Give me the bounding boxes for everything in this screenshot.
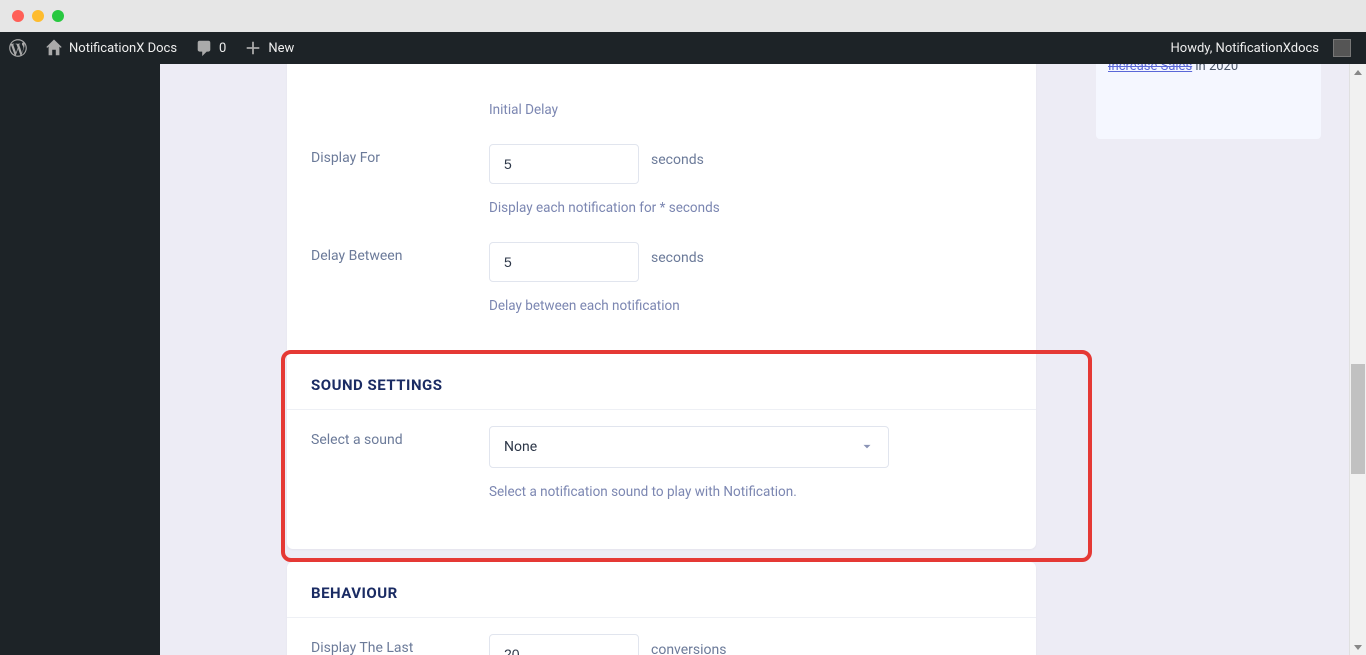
- initial-delay-helper: Initial Delay: [287, 92, 1036, 128]
- new-content-menu[interactable]: New: [235, 32, 303, 64]
- display-for-suffix: seconds: [639, 144, 704, 168]
- delay-between-label: Delay Between: [311, 242, 489, 264]
- account-menu[interactable]: Howdy, NotificationXdocs: [1162, 32, 1360, 64]
- delay-between-suffix: seconds: [639, 242, 704, 266]
- scrollbar-thumb[interactable]: [1351, 364, 1365, 474]
- delay-between-helper: Delay between each notification: [287, 298, 1036, 324]
- select-sound-dropdown[interactable]: None: [489, 426, 889, 468]
- select-sound-label: Select a sound: [311, 426, 489, 448]
- select-sound-helper: Select a notification sound to play with…: [287, 484, 1036, 510]
- window-min-dot[interactable]: [32, 10, 44, 22]
- select-sound-row: Select a sound None: [287, 410, 1036, 484]
- delay-between-row: Delay Between seconds: [287, 226, 1036, 298]
- widget-suffix: in 2020: [1192, 64, 1238, 74]
- comments-count: 0: [219, 41, 226, 56]
- window-close-dot[interactable]: [12, 10, 24, 22]
- wp-admin-sidebar[interactable]: [0, 64, 160, 655]
- sound-settings-header: SOUND SETTINGS: [287, 354, 1036, 410]
- behaviour-card: BEHAVIOUR Display The Last conversions: [287, 562, 1036, 655]
- delay-between-input[interactable]: [489, 242, 639, 282]
- scroll-up-icon[interactable]: [1350, 64, 1366, 81]
- chevron-down-icon: [860, 440, 874, 454]
- sound-settings-card: SOUND SETTINGS Select a sound None Selec…: [287, 354, 1036, 549]
- display-for-input[interactable]: [489, 144, 639, 184]
- display-last-row: Display The Last conversions: [287, 618, 1036, 655]
- wordpress-icon: [9, 39, 27, 57]
- scrollbar[interactable]: [1349, 64, 1366, 655]
- new-label: New: [268, 41, 294, 56]
- comments-menu[interactable]: 0: [186, 32, 235, 64]
- avatar-icon: [1333, 39, 1351, 57]
- behaviour-header: BEHAVIOUR: [287, 562, 1036, 618]
- timing-card: Initial Delay Display For seconds Displa…: [287, 64, 1036, 364]
- browser-chrome: [0, 0, 1366, 32]
- content-area: Increase Sales in 2020 Initial Delay Dis…: [160, 64, 1366, 655]
- wp-logo-menu[interactable]: [0, 32, 36, 64]
- display-for-row: Display For seconds: [287, 128, 1036, 200]
- viewport: NotificationX Docs 0 New Howdy, Notifica…: [0, 32, 1366, 655]
- site-name-menu[interactable]: NotificationX Docs: [36, 32, 186, 64]
- plus-icon: [244, 39, 262, 57]
- window-max-dot[interactable]: [52, 10, 64, 22]
- display-last-suffix: conversions: [639, 634, 726, 655]
- widget-link[interactable]: Increase Sales: [1108, 64, 1192, 74]
- scroll-down-icon[interactable]: [1350, 638, 1366, 655]
- select-sound-value: None: [504, 439, 537, 455]
- home-icon: [45, 39, 63, 57]
- display-for-label: Display For: [311, 144, 489, 166]
- sidebar-widget: Increase Sales in 2020: [1096, 64, 1321, 139]
- display-last-input[interactable]: [489, 634, 639, 655]
- howdy-text: Howdy, NotificationXdocs: [1171, 41, 1319, 56]
- display-for-helper: Display each notification for * seconds: [287, 200, 1036, 226]
- comment-icon: [195, 39, 213, 57]
- display-last-label: Display The Last: [311, 634, 489, 655]
- site-name-label: NotificationX Docs: [69, 41, 177, 56]
- wp-adminbar: NotificationX Docs 0 New Howdy, Notifica…: [0, 32, 1366, 64]
